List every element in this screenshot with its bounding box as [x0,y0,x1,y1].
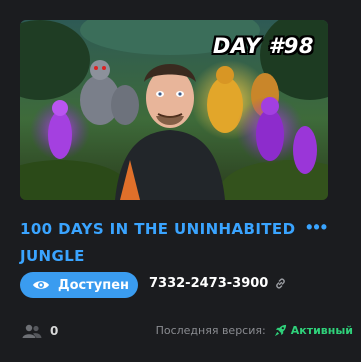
players-count-value: 0 [50,324,59,338]
status-badge[interactable]: Доступен [20,272,138,298]
thumbnail-overlay-text: DAY #98 [212,34,314,58]
island-card[interactable]: DAY #98 100 DAYS IN THE UNINHABITED JUNG… [0,0,361,362]
link-icon[interactable] [274,277,287,290]
version-info: Последняя версия: Активный [156,324,353,337]
island-code-text[interactable]: 7332-2473-3900 [149,276,268,291]
status-label: Доступен [58,277,130,293]
users-icon [22,324,42,338]
ellipsis-icon[interactable]: ••• [306,217,328,237]
eye-icon [33,281,49,289]
more-options-button[interactable]: ••• [306,218,328,236]
players-count: 0 [22,324,58,338]
version-status: Активный [290,324,353,337]
thumbnail-image[interactable]: DAY #98 [20,20,328,200]
island-title[interactable]: 100 DAYS IN THE UNINHABITED JUNGLE [20,216,300,270]
island-code[interactable]: 7332-2473-3900 [149,276,287,291]
version-label: Последняя версия: [155,324,266,337]
rocket-icon [274,324,286,337]
